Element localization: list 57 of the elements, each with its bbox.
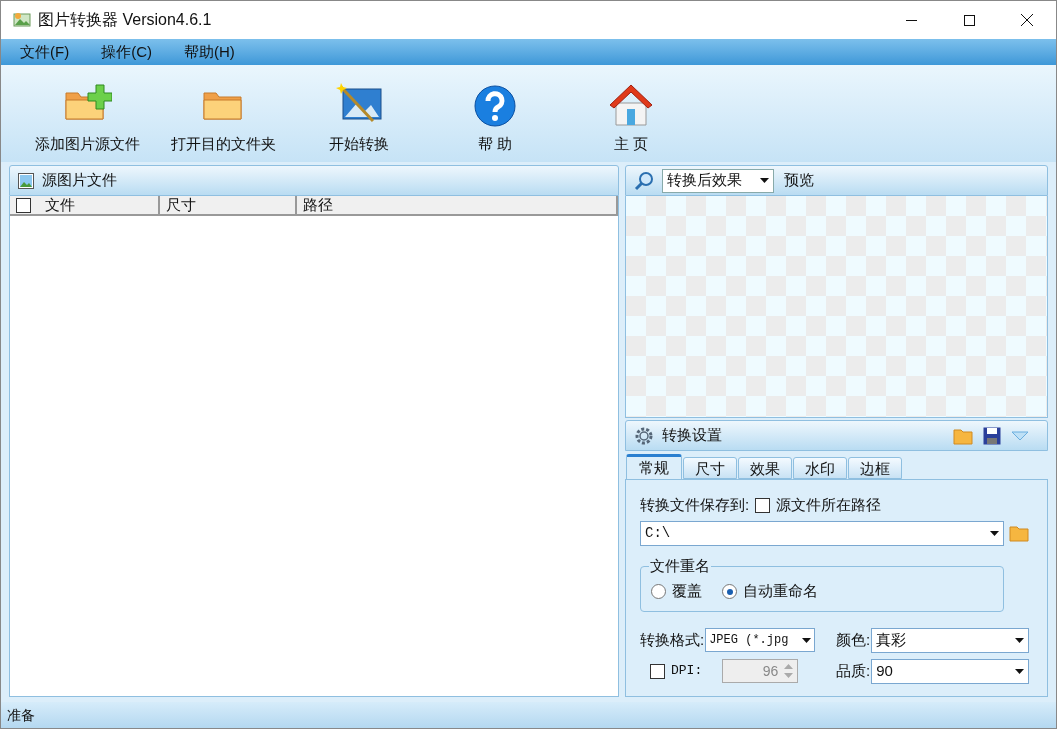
checkbox-label: 源文件所在路径	[776, 495, 882, 515]
toolbar-button[interactable]: 开始转换	[291, 82, 427, 155]
maximize-icon	[963, 14, 975, 26]
search-icon	[634, 170, 654, 191]
menu-item[interactable]: 操作(C)	[91, 40, 162, 64]
column-header[interactable]: 尺寸	[160, 196, 297, 214]
menu-item[interactable]: 帮助(H)	[174, 40, 245, 64]
path-dropdown[interactable]: C:\	[640, 520, 1004, 546]
folder-icon[interactable]	[1009, 524, 1029, 542]
preview-label: 预览	[784, 170, 814, 191]
settings-tab[interactable]: 水印	[793, 457, 847, 479]
settings-tab[interactable]: 常规	[626, 454, 682, 479]
format-label: 转换格式:	[640, 629, 705, 650]
settings-tab[interactable]: 边框	[848, 457, 902, 479]
caret-icon	[1015, 668, 1025, 674]
caret-icon	[760, 178, 769, 183]
chevron-down-icon[interactable]	[1011, 430, 1029, 441]
caret-icon	[990, 530, 999, 536]
close-icon	[1021, 14, 1033, 26]
color-dropdown[interactable]: 真彩	[871, 627, 1030, 653]
toolbar-button[interactable]: 打开目的文件夹	[155, 82, 291, 155]
format-dropdown[interactable]: JPEG (*.jpg	[705, 628, 816, 652]
radio-button[interactable]	[722, 584, 737, 599]
save-icon[interactable]	[983, 426, 1001, 445]
settings-tab[interactable]: 效果	[738, 457, 792, 479]
app-logo-icon	[12, 10, 32, 30]
select-all-checkbox[interactable]	[16, 197, 31, 213]
gear-icon	[634, 425, 654, 446]
caret-icon	[802, 637, 812, 643]
save-to-label: 转换文件保存到:	[640, 495, 750, 515]
minimize-icon	[905, 19, 917, 21]
toolbar-button[interactable]: 帮 助	[427, 84, 563, 155]
settings-tab[interactable]: 尺寸	[683, 457, 737, 479]
preview-mode-dropdown[interactable]: 转换后效果	[662, 168, 774, 193]
toolbar-button[interactable]: 添加图片源文件	[19, 82, 155, 155]
radio-button[interactable]	[651, 584, 666, 599]
toolbar-button[interactable]: 主 页	[563, 82, 699, 155]
dpi-label: DPI:	[671, 662, 703, 681]
checkbox[interactable]	[755, 497, 771, 513]
folder-icon[interactable]	[953, 426, 973, 445]
radio-label: 自动重命名	[743, 581, 818, 602]
column-header[interactable]: 文件	[10, 196, 160, 214]
help-icon	[474, 84, 516, 127]
quality-dropdown[interactable]: 90	[871, 658, 1030, 684]
window-title: 图片转换器 Version4.6.1	[38, 10, 212, 30]
picture-icon	[18, 172, 34, 189]
home-icon	[608, 82, 654, 127]
quality-label: 品质:	[836, 660, 871, 681]
status-text: 准备	[7, 705, 35, 725]
column-header[interactable]: 路径	[297, 196, 618, 214]
panel-title: 转换设置	[662, 425, 722, 446]
group-title: 文件重名	[649, 555, 711, 576]
color-label: 颜色:	[836, 629, 871, 650]
caret-icon	[1015, 637, 1025, 643]
radio-label: 覆盖	[672, 581, 702, 602]
panel-title: 源图片文件	[42, 170, 117, 191]
menu-item[interactable]: 文件(F)	[10, 40, 80, 64]
